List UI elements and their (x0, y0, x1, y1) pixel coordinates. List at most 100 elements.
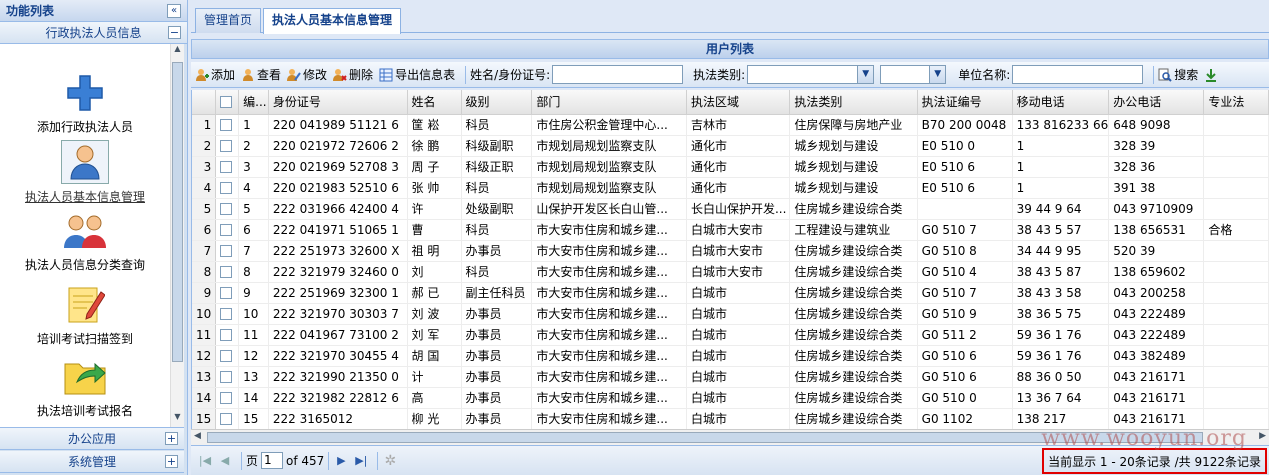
sidebar-item-training-signin[interactable]: 培训考试扫描签到 (0, 284, 170, 347)
row-checkbox[interactable] (220, 350, 233, 362)
scroll-up-icon[interactable]: ▲ (171, 44, 184, 58)
scroll-down-icon[interactable]: ▼ (171, 412, 184, 426)
export-button[interactable]: 导出信息表 (379, 66, 455, 83)
section-office-apps[interactable]: 办公应用 + (0, 428, 184, 450)
sidebar-scroll-thumb[interactable] (172, 62, 183, 362)
refresh-icon[interactable]: ✲ (382, 453, 398, 469)
sub-type-select[interactable]: ▼ (880, 65, 947, 84)
row-checkbox[interactable] (220, 203, 233, 215)
sidebar-item-officer-info-manage[interactable]: 执法人员基本信息管理 (0, 140, 170, 205)
collapse-section-icon[interactable]: − (168, 26, 181, 39)
unit-input[interactable] (1012, 65, 1144, 84)
next-page-icon[interactable]: ▶ (333, 454, 349, 467)
page-number-input[interactable]: 1 (261, 452, 284, 469)
column-header[interactable]: 执法类别 (789, 90, 918, 115)
column-header[interactable]: 执法证编号 (917, 90, 1013, 115)
table-cell: 6 (238, 219, 269, 241)
row-checkbox-cell[interactable] (215, 156, 240, 178)
row-checkbox-cell[interactable] (215, 345, 240, 367)
table-row[interactable]: 9 9 222 251969 32300 1郝 已副主任科员 市大安市住房和城乡建..… (192, 282, 1269, 304)
expand-section-icon[interactable]: + (165, 455, 178, 468)
sidebar-item-training-signup[interactable]: 执法培训考试报名 (0, 354, 170, 419)
section-system-manage[interactable]: 系统管理 + (0, 451, 184, 473)
row-checkbox[interactable] (220, 224, 233, 236)
table-row[interactable]: 2 2 220 021972 72606 2徐 鹏科级副职 市规划局规划监察支队 通化市… (192, 135, 1269, 157)
scroll-left-icon[interactable]: ◀ (194, 431, 201, 441)
row-checkbox-cell[interactable] (215, 240, 240, 262)
column-header[interactable]: 移动电话 (1012, 90, 1110, 115)
row-checkbox-cell[interactable] (215, 135, 240, 157)
row-checkbox-cell[interactable] (215, 324, 240, 346)
column-header[interactable]: 执法区域 (686, 90, 791, 115)
column-header[interactable]: 部门 (531, 90, 687, 115)
table-row[interactable]: 6 6 222 041971 51065 1 曹科员 市大安市住房和城乡建... 白城市大… (192, 219, 1269, 241)
column-header[interactable]: 专业法 (1203, 90, 1269, 115)
row-checkbox-cell[interactable] (215, 387, 240, 409)
chevron-down-icon[interactable]: ▼ (857, 66, 874, 83)
row-checkbox-cell[interactable] (215, 303, 240, 325)
row-checkbox[interactable] (220, 371, 233, 383)
table-row[interactable]: 12 12 222 321970 30455 4胡 国办事员 市大安市住房和城乡建..… (192, 345, 1269, 367)
first-page-icon[interactable]: |◀ (197, 454, 213, 467)
table-row[interactable]: 7 7 222 251973 32600 X祖 明办事员 市大安市住房和城乡建... 白… (192, 240, 1269, 262)
row-checkbox-cell[interactable] (215, 261, 240, 283)
table-cell: G0 511 2 (917, 324, 1013, 346)
add-button[interactable]: 添加 (195, 66, 235, 83)
table-row[interactable]: 1 1 220 041989 51121 6筐 崧科员 市住房公积金管理中心... 吉林… (192, 114, 1269, 136)
scroll-right-icon[interactable]: ▶ (1259, 431, 1266, 441)
column-header[interactable]: 办公电话 (1108, 90, 1205, 115)
row-checkbox[interactable] (220, 392, 233, 404)
row-checkbox-cell[interactable] (215, 114, 240, 136)
column-header[interactable]: 姓名 (407, 90, 462, 115)
view-button[interactable]: 查看 (241, 66, 281, 83)
row-checkbox-cell[interactable] (215, 408, 240, 429)
column-header[interactable]: 身份证号 (268, 90, 408, 115)
table-row[interactable]: 11 11 222 041967 73100 2刘 军办事员 市大安市住房和城乡建..… (192, 324, 1269, 346)
row-checkbox-cell[interactable] (215, 198, 240, 220)
table-row[interactable]: 5 5 222 031966 42400 4 许处级副职 山保护开发区长白山管... 长白… (192, 198, 1269, 220)
prev-page-icon[interactable]: ◀ (217, 454, 233, 467)
last-page-icon[interactable]: ▶| (353, 454, 369, 467)
table-cell: 通化市 (686, 156, 791, 178)
column-header[interactable]: 级别 (461, 90, 533, 115)
row-checkbox-cell[interactable] (215, 282, 240, 304)
search-button[interactable]: 搜索 (1158, 66, 1198, 83)
row-checkbox-cell[interactable] (215, 177, 240, 199)
row-checkbox[interactable] (220, 266, 233, 278)
sidebar-item-officer-classify-query[interactable]: 执法人员信息分类查询 (0, 212, 170, 273)
row-checkbox[interactable] (220, 182, 233, 194)
table-row[interactable]: 14 14 222 321982 22812 6 高办事员 市大安市住房和城乡建... 白… (192, 387, 1269, 409)
row-checkbox[interactable] (220, 308, 233, 320)
section-officer-info[interactable]: 行政执法人员信息 − (0, 22, 187, 44)
sidebar-item-add-officer[interactable]: 添加行政执法人员 (0, 74, 170, 135)
table-row[interactable]: 10 10 222 321970 30303 7刘 波办事员 市大安市住房和城乡建..… (192, 303, 1269, 325)
row-checkbox[interactable] (220, 413, 233, 425)
column-header[interactable]: 编... (238, 90, 269, 115)
table-row[interactable]: 4 4 220 021983 52510 6张 帅科员 市规划局规划监察支队 通化市 城乡… (192, 177, 1269, 199)
table-row[interactable]: 13 13 222 321990 21350 0 计办事员 市大安市住房和城乡建... 白… (192, 366, 1269, 388)
select-all-checkbox[interactable] (220, 96, 233, 109)
row-checkbox[interactable] (220, 161, 233, 173)
row-checkbox-cell[interactable] (215, 219, 240, 241)
tab-officer-info-manage[interactable]: 执法人员基本信息管理 (263, 8, 402, 34)
delete-button[interactable]: 删除 (333, 66, 373, 83)
row-checkbox[interactable] (220, 329, 233, 341)
table-cell: 222 251973 32600 X (268, 240, 408, 262)
row-checkbox[interactable] (220, 287, 233, 299)
row-checkbox[interactable] (220, 119, 233, 131)
name-id-input[interactable] (552, 65, 684, 84)
tab-home[interactable]: 管理首页 (195, 8, 262, 33)
table-row[interactable]: 8 8 222 321979 32460 0 刘科员 市大安市住房和城乡建... 白城市大… (192, 261, 1269, 283)
sidebar-scrollbar[interactable]: ▲ ▼ (170, 44, 184, 427)
edit-button[interactable]: 修改 (287, 66, 327, 83)
type-select[interactable]: ▼ (747, 65, 875, 84)
download-icon[interactable] (1204, 68, 1218, 82)
select-all-checkbox-cell[interactable] (215, 90, 240, 115)
row-checkbox[interactable] (220, 140, 233, 152)
row-checkbox[interactable] (220, 245, 233, 257)
row-checkbox-cell[interactable] (215, 366, 240, 388)
table-row[interactable]: 3 3 220 021969 52708 3周 子科级正职 市规划局规划监察支队 通化市… (192, 156, 1269, 178)
collapse-sidebar-icon[interactable]: « (167, 3, 181, 18)
chevron-down-icon[interactable]: ▼ (929, 66, 946, 83)
expand-section-icon[interactable]: + (165, 432, 178, 445)
